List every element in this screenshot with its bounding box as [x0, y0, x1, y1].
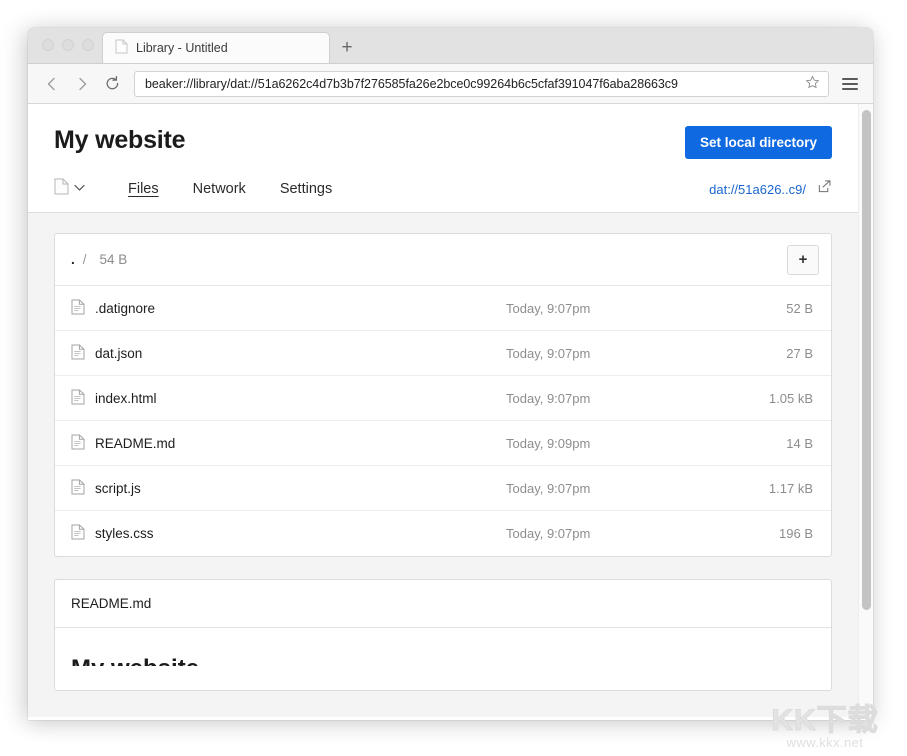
table-row[interactable]: dat.json Today, 9:07pm 27 B: [55, 331, 831, 376]
file-icon: [71, 479, 85, 498]
file-date: Today, 9:07pm: [506, 345, 591, 361]
table-row[interactable]: index.html Today, 9:07pm 1.05 kB: [55, 376, 831, 421]
site-header: My website Set local directory Files Net…: [28, 104, 858, 213]
tab-strip: Library - Untitled +: [28, 28, 873, 64]
document-icon: [115, 39, 128, 57]
file-name: script.js: [95, 480, 141, 496]
watermark-logo: KK下载: [771, 703, 879, 737]
file-icon: [71, 389, 85, 408]
external-link-icon[interactable]: [817, 179, 832, 199]
site-nav-right: dat://51a626..c9/: [709, 179, 832, 199]
readme-panel: README.md My website: [54, 579, 832, 691]
table-row[interactable]: script.js Today, 9:07pm 1.17 kB: [55, 466, 831, 511]
scrollbar-thumb[interactable]: [862, 110, 871, 610]
table-row[interactable]: styles.css Today, 9:07pm 196 B: [55, 511, 831, 556]
readme-heading: My website: [71, 654, 815, 666]
site-nav-row: Files Network Settings dat://51a626..c9/: [54, 178, 832, 212]
file-name-cell[interactable]: README.md: [71, 434, 506, 453]
chevron-left-icon: [47, 77, 55, 90]
file-icon: [71, 299, 85, 318]
set-local-directory-button[interactable]: Set local directory: [684, 126, 832, 159]
breadcrumb-separator: /: [82, 252, 87, 267]
back-button[interactable]: [38, 70, 66, 98]
page-title: My website: [54, 126, 186, 154]
readme-panel-header: README.md: [55, 580, 831, 628]
file-name-cell[interactable]: .datignore: [71, 299, 506, 318]
reload-icon: [106, 75, 118, 90]
file-icon: [71, 434, 85, 453]
close-window-button[interactable]: [42, 39, 54, 51]
file-size: 1.05 kB: [768, 390, 813, 406]
watermark: KK下载 www.kkx.net: [759, 703, 891, 750]
maximize-window-button[interactable]: [82, 39, 94, 51]
new-tab-button[interactable]: +: [330, 32, 364, 63]
archive-type-picker[interactable]: [54, 178, 85, 200]
page-content: My website Set local directory Files Net…: [28, 104, 858, 719]
browser-tab-library[interactable]: Library - Untitled: [102, 32, 330, 63]
file-size: 196 B: [779, 526, 813, 541]
breadcrumb-root[interactable]: .: [71, 252, 75, 267]
readme-preview: My website: [55, 628, 831, 690]
table-row[interactable]: .datignore Today, 9:07pm 52 B: [55, 286, 831, 331]
forward-button[interactable]: [68, 70, 96, 98]
file-date: Today, 9:07pm: [506, 390, 591, 406]
dat-url-link[interactable]: dat://51a626..c9/: [709, 182, 806, 197]
page-body: . / 54 B + .datignore Today, 9:07pm 52 B…: [28, 213, 858, 717]
file-name-cell[interactable]: script.js: [71, 479, 506, 498]
breadcrumb-total-size: 54 B: [99, 252, 128, 267]
chevron-down-icon: [74, 184, 85, 195]
file-icon: [71, 524, 85, 543]
table-row[interactable]: README.md Today, 9:09pm 14 B: [55, 421, 831, 466]
chevron-right-icon: [79, 77, 87, 90]
breadcrumb: . / 54 B: [71, 252, 127, 267]
tab-files[interactable]: Files: [111, 181, 176, 197]
file-name: styles.css: [95, 526, 154, 541]
file-name-cell[interactable]: index.html: [71, 389, 506, 408]
file-size: 14 B: [786, 435, 813, 451]
file-name: index.html: [95, 390, 157, 406]
browser-window: Library - Untitled + beaker://library/da…: [28, 28, 873, 720]
file-date: Today, 9:09pm: [506, 435, 591, 451]
file-date: Today, 9:07pm: [506, 300, 591, 316]
file-size: 27 B: [786, 345, 813, 361]
reload-button[interactable]: [98, 70, 126, 98]
page-scrollbar[interactable]: [858, 104, 873, 719]
file-name-cell[interactable]: dat.json: [71, 344, 506, 363]
files-panel-header: . / 54 B +: [55, 234, 831, 286]
minimize-window-button[interactable]: [62, 39, 74, 51]
tab-network[interactable]: Network: [176, 181, 263, 197]
hamburger-menu-icon[interactable]: [839, 71, 861, 97]
address-bar[interactable]: beaker://library/dat://51a6262c4d7b3b7f2…: [134, 70, 829, 97]
file-date: Today, 9:07pm: [506, 526, 591, 541]
file-name-cell[interactable]: styles.css: [71, 524, 506, 543]
desktop-backdrop: Library - Untitled + beaker://library/da…: [0, 0, 907, 756]
files-panel: . / 54 B + .datignore Today, 9:07pm 52 B…: [54, 233, 832, 557]
site-nav-tabs: Files Network Settings: [54, 178, 349, 200]
star-icon[interactable]: [805, 74, 820, 93]
file-size: 52 B: [786, 300, 813, 316]
file-name: .datignore: [95, 300, 156, 316]
file-icon: [71, 344, 85, 363]
watermark-url: www.kkx.net: [786, 735, 864, 750]
tab-settings[interactable]: Settings: [263, 181, 349, 197]
window-controls: [36, 28, 102, 63]
navigation-toolbar: beaker://library/dat://51a6262c4d7b3b7f2…: [28, 64, 873, 104]
page-viewport: My website Set local directory Files Net…: [28, 104, 873, 719]
page-icon: [54, 178, 69, 200]
file-list: .datignore Today, 9:07pm 52 B dat.json T…: [55, 286, 831, 556]
file-name: dat.json: [95, 345, 143, 361]
add-file-button[interactable]: +: [787, 244, 819, 275]
file-date: Today, 9:07pm: [506, 480, 591, 496]
tab-title: Library - Untitled: [136, 41, 228, 55]
file-name: README.md: [95, 435, 176, 451]
url-text: beaker://library/dat://51a6262c4d7b3b7f2…: [145, 76, 678, 91]
site-header-row: My website Set local directory: [54, 126, 832, 159]
file-size: 1.17 kB: [768, 480, 813, 496]
